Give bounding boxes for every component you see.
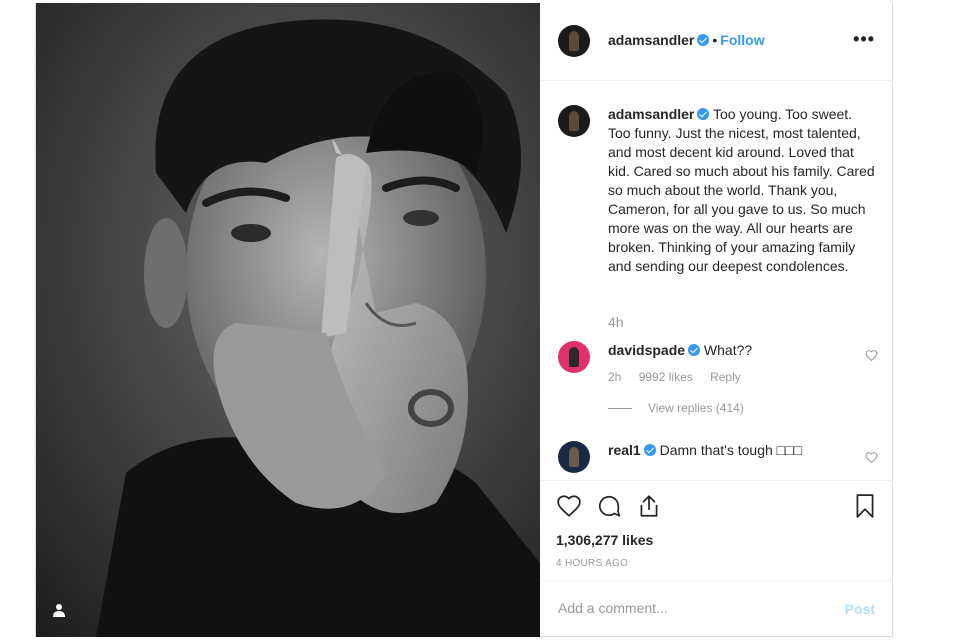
likes-count[interactable]: 1,306,277 likes bbox=[556, 532, 653, 548]
verified-badge-icon bbox=[697, 34, 710, 46]
follow-button[interactable]: Follow bbox=[720, 32, 764, 48]
comment-username[interactable]: real1 bbox=[608, 442, 641, 458]
comment-likes[interactable]: 9992 likes bbox=[639, 370, 693, 384]
instagram-post: adamsandler • Follow ••• adamsandler Too y… bbox=[35, 3, 893, 637]
heart-icon[interactable] bbox=[556, 493, 582, 519]
author-username[interactable]: adamsandler bbox=[608, 32, 694, 48]
reply-button[interactable]: Reply bbox=[710, 370, 741, 384]
comment-like-heart-icon[interactable] bbox=[865, 349, 878, 362]
view-replies-label: View replies (414) bbox=[648, 401, 744, 415]
comment-bubble-icon[interactable] bbox=[596, 493, 622, 519]
comment-avatar[interactable] bbox=[558, 441, 590, 473]
post-actions: 1,306,277 likes 4 HOURS AGO bbox=[540, 480, 893, 581]
caption-body: adamsandler Too young. Too sweet. Too fu… bbox=[608, 105, 878, 276]
post-comment-button[interactable]: Post bbox=[845, 601, 875, 617]
comment-text: Damn that's tough □□□ bbox=[659, 442, 803, 458]
more-options-button[interactable]: ••• bbox=[853, 29, 875, 50]
post-photo[interactable] bbox=[36, 3, 540, 637]
bookmark-icon[interactable] bbox=[852, 493, 878, 519]
comment-like-heart-icon[interactable] bbox=[865, 451, 878, 464]
caption-username[interactable]: adamsandler bbox=[608, 106, 694, 122]
separator-dot: • bbox=[712, 32, 718, 48]
caption-timestamp[interactable]: 4h bbox=[608, 314, 624, 330]
verified-badge-icon bbox=[697, 108, 710, 120]
comment-avatar[interactable] bbox=[558, 341, 590, 373]
comment-meta: 2h 9992 likes Reply bbox=[608, 368, 878, 387]
comments-list[interactable]: adamsandler Too young. Too sweet. Too fu… bbox=[540, 81, 893, 479]
portrait-image bbox=[36, 3, 540, 637]
verified-badge-icon bbox=[643, 444, 656, 456]
author-avatar[interactable] bbox=[558, 25, 590, 57]
post-header: adamsandler • Follow ••• bbox=[540, 3, 893, 81]
header-line: adamsandler • Follow bbox=[608, 32, 765, 48]
comment-time[interactable]: 2h bbox=[608, 370, 621, 384]
post-sidebar: adamsandler • Follow ••• adamsandler Too y… bbox=[540, 3, 893, 637]
comment-input[interactable] bbox=[556, 599, 820, 617]
comment-text: What?? bbox=[703, 342, 753, 358]
verified-badge-icon bbox=[688, 344, 701, 356]
share-icon[interactable] bbox=[636, 493, 662, 519]
user-tag-icon[interactable] bbox=[52, 603, 66, 617]
view-replies-link[interactable]: View replies (414) bbox=[608, 401, 744, 415]
comment-body: davidspade What?? 2h 9992 likes Reply bbox=[608, 341, 878, 387]
post-timestamp[interactable]: 4 HOURS AGO bbox=[556, 558, 628, 569]
caption-avatar[interactable] bbox=[558, 105, 590, 137]
caption-text: Too young. Too sweet. Too funny. Just th… bbox=[608, 106, 875, 274]
replies-line bbox=[608, 408, 632, 410]
comment-username[interactable]: davidspade bbox=[608, 342, 685, 358]
comment-body: real1 Damn that's tough □□□ bbox=[608, 441, 878, 460]
add-comment-bar: Post bbox=[540, 580, 893, 638]
